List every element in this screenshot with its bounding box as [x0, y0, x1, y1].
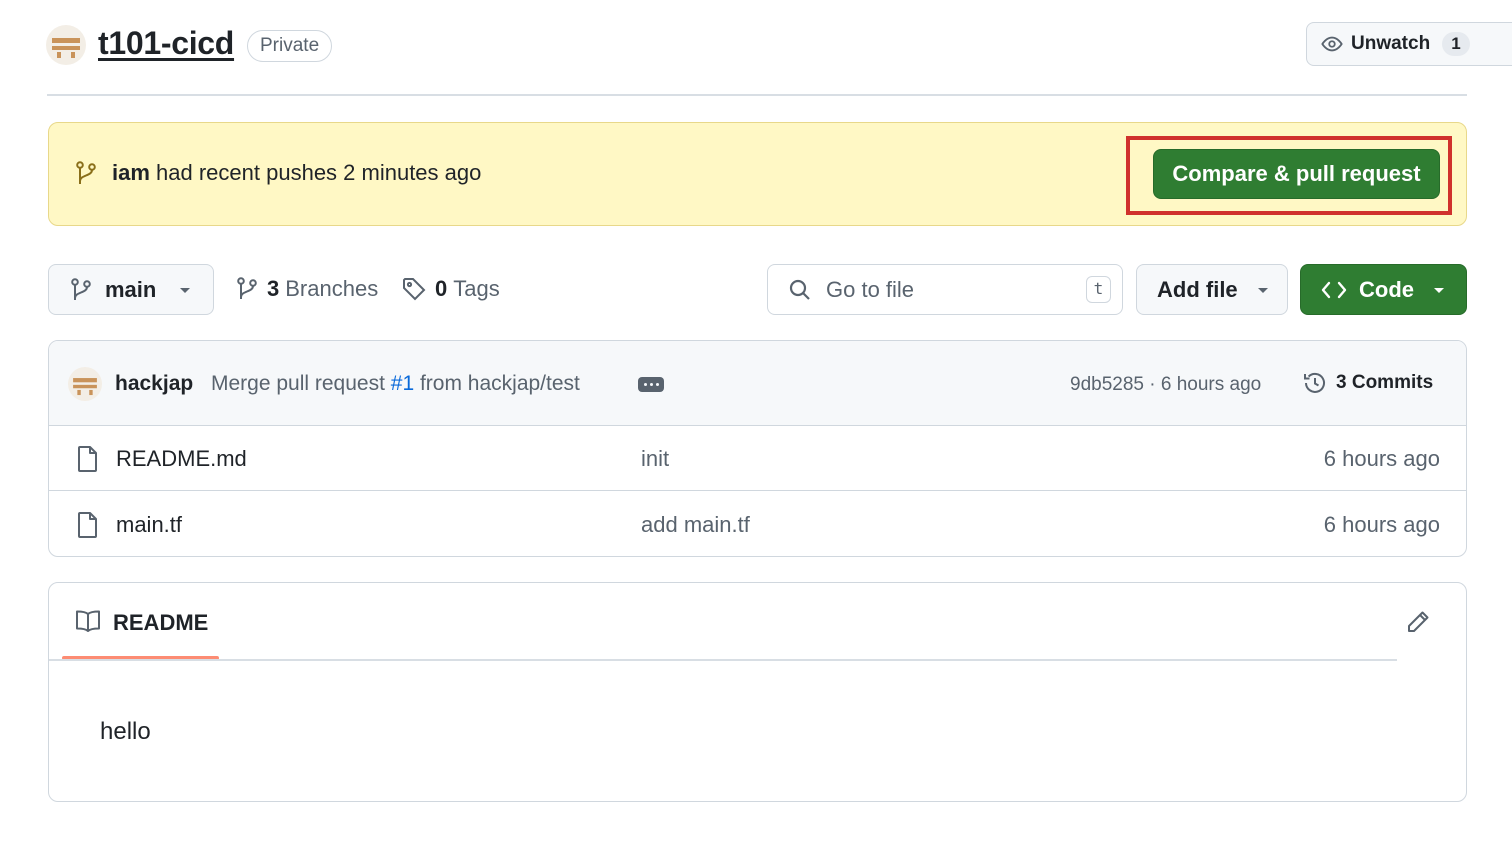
file-commit-message[interactable]: init [641, 446, 669, 472]
history-icon [1302, 370, 1328, 396]
commit-hash-time[interactable]: 9db5285 · 6 hours ago [1070, 374, 1261, 396]
chevron-down-icon [1432, 285, 1446, 295]
commit-author-avatar[interactable] [68, 367, 102, 401]
go-to-file-input[interactable]: Go to file t [767, 264, 1123, 315]
eye-icon [1321, 33, 1343, 55]
file-commit-age: 6 hours ago [1323, 446, 1440, 471]
readme-header: README [49, 583, 1466, 661]
watch-count-badge: 1 [1442, 32, 1470, 56]
visibility-badge: Private [247, 30, 333, 62]
unwatch-label: Unwatch [1351, 33, 1431, 54]
header-divider [47, 94, 1467, 96]
keyboard-shortcut-hint: t [1086, 276, 1111, 303]
readme-panel: README hello [48, 582, 1467, 802]
repo-owner-avatar[interactable] [46, 25, 86, 65]
readme-tab[interactable]: README [113, 610, 208, 636]
git-branch-icon [235, 276, 259, 302]
chevron-down-icon [178, 285, 192, 295]
readme-content: hello [100, 718, 151, 745]
code-icon [1321, 279, 1347, 301]
recent-pushes-text: iam had recent pushes 2 minutes ago [112, 160, 481, 186]
current-branch-label: main [105, 276, 157, 302]
push-message: had recent pushes 2 minutes ago [149, 160, 482, 185]
expand-commit-message-button[interactable] [638, 377, 664, 392]
branch-selector-button[interactable]: main [48, 264, 214, 315]
file-table: hackjap Merge pull request #1 from hackj… [48, 340, 1467, 557]
commits-history-link[interactable]: 3 Commits [1302, 370, 1433, 396]
latest-commit-row: hackjap Merge pull request #1 from hackj… [49, 341, 1466, 426]
push-user[interactable]: iam [112, 160, 150, 185]
book-icon [74, 609, 102, 633]
branches-link[interactable]: 3 Branches [235, 276, 378, 302]
search-placeholder: Go to file [826, 276, 915, 302]
file-commit-age: 6 hours ago [1323, 512, 1440, 537]
code-button[interactable]: Code [1300, 264, 1467, 315]
search-icon [788, 278, 812, 302]
pull-request-link[interactable]: #1 [391, 372, 414, 395]
tags-label: Tags [453, 276, 500, 301]
chevron-down-icon [1256, 285, 1270, 295]
add-file-button[interactable]: Add file [1136, 264, 1288, 315]
git-branch-icon [74, 160, 98, 188]
tags-link[interactable]: 0 Tags [401, 276, 500, 302]
file-name-link[interactable]: main.tf [116, 512, 182, 538]
file-name-link[interactable]: README.md [116, 446, 247, 472]
commit-message-prefix[interactable]: Merge pull request [211, 372, 391, 395]
tags-count: 0 [435, 276, 448, 301]
file-row[interactable]: main.tf add main.tf 6 hours ago [49, 492, 1466, 556]
file-icon [77, 445, 99, 473]
file-commit-message[interactable]: add main.tf [641, 512, 750, 538]
tag-icon [401, 276, 427, 302]
file-icon [77, 511, 99, 539]
add-file-label: Add file [1157, 276, 1238, 302]
repo-name-link[interactable]: t101-cicd [98, 25, 234, 62]
branches-label: Branches [285, 276, 379, 301]
file-row[interactable]: README.md init 6 hours ago [49, 426, 1466, 491]
unwatch-button[interactable]: Unwatch 1 [1306, 22, 1512, 66]
compare-pull-request-button[interactable]: Compare & pull request [1153, 149, 1440, 199]
git-branch-icon [69, 277, 93, 303]
code-label: Code [1359, 276, 1414, 302]
branches-count: 3 [267, 276, 280, 301]
commit-message-suffix[interactable]: from hackjap/test [414, 372, 580, 395]
commits-count-label: 3 Commits [1336, 372, 1434, 393]
commit-author-link[interactable]: hackjap [115, 372, 193, 396]
pencil-edit-icon[interactable] [1405, 609, 1431, 635]
commit-message[interactable]: Merge pull request #1 from hackjap/test [211, 372, 580, 396]
readme-header-divider [49, 659, 1397, 661]
